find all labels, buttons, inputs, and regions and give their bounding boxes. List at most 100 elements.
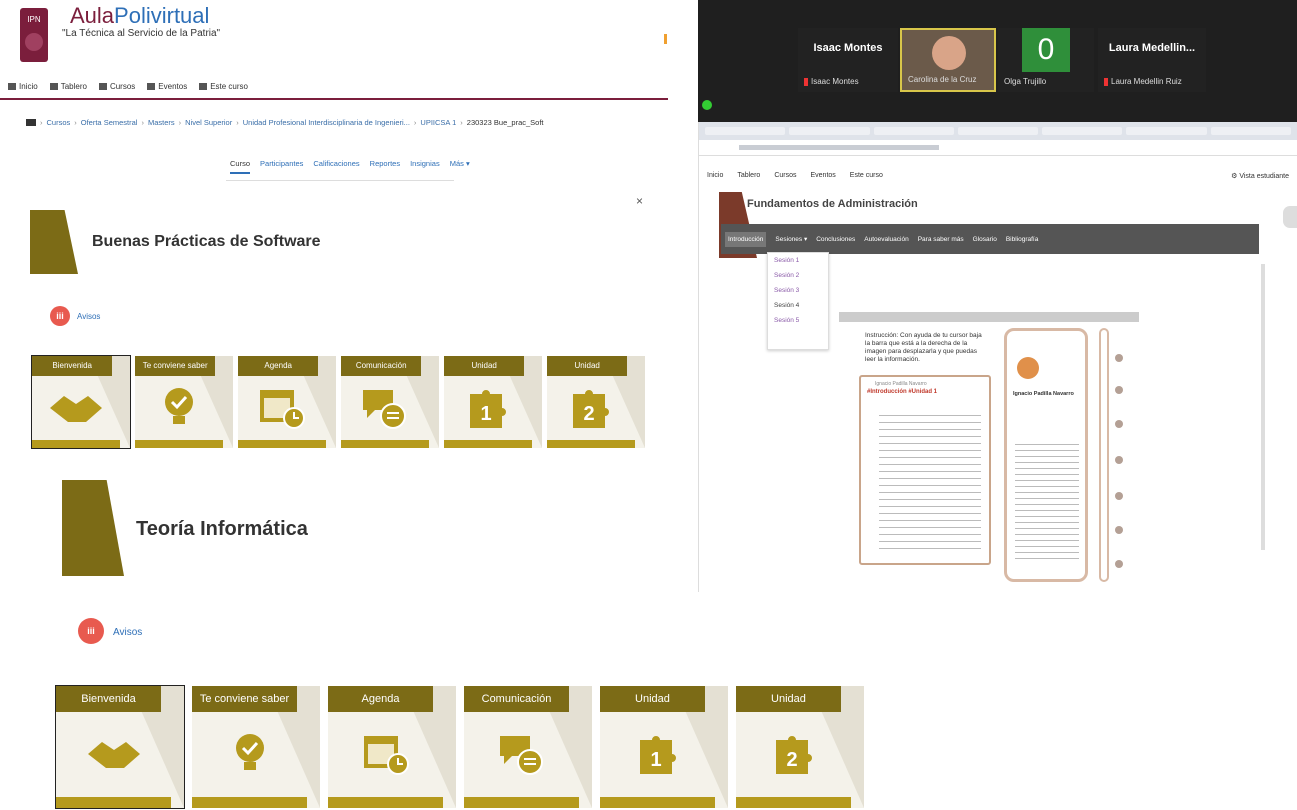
menu-intro[interactable]: Introducción bbox=[725, 231, 767, 247]
announcements-icon[interactable]: iii bbox=[78, 618, 104, 644]
session-item[interactable]: Sesión 2 bbox=[768, 268, 828, 283]
tab-curso[interactable]: Curso bbox=[230, 159, 251, 174]
image-scroll-track[interactable] bbox=[1099, 328, 1109, 582]
section-title: Teoría Informática bbox=[136, 518, 308, 540]
tile-footer-bar bbox=[192, 797, 308, 808]
nav-home[interactable]: Inicio bbox=[707, 172, 723, 179]
crumb-unidad[interactable]: Unidad Profesional Interdisciplinaria de… bbox=[243, 118, 410, 127]
browser-tab[interactable] bbox=[873, 127, 954, 135]
participant-tile[interactable]: 0 Olga Trujillo bbox=[998, 28, 1094, 92]
browser-tab[interactable] bbox=[705, 127, 786, 135]
crumb-cursos[interactable]: Cursos bbox=[47, 118, 71, 127]
activity-tile[interactable]: Unidad 2 bbox=[547, 356, 645, 448]
tile-label: Unidad bbox=[444, 356, 525, 376]
close-button[interactable]: × bbox=[636, 194, 643, 208]
menu-saber-mas[interactable]: Para saber más bbox=[918, 236, 964, 243]
timeline-dot bbox=[1115, 386, 1123, 394]
tab-reportes[interactable]: Reportes bbox=[370, 159, 400, 174]
menu-bibliografia[interactable]: Bibliografía bbox=[1006, 236, 1039, 243]
session-item[interactable]: Sesión 4 bbox=[768, 298, 828, 313]
tile-footer-bar bbox=[444, 440, 533, 448]
activity-tile[interactable]: Te conviene saber bbox=[192, 686, 320, 808]
activity-tile[interactable]: Bienvenida bbox=[31, 355, 131, 449]
status-dot bbox=[702, 100, 712, 110]
tab-insignias[interactable]: Insignias bbox=[410, 159, 440, 174]
top-nav: Inicio Tablero Cursos Eventos Este curso bbox=[8, 82, 248, 91]
edit-mode-toggle[interactable]: ⚙ Vista estudiante bbox=[1231, 172, 1289, 180]
tab-mas[interactable]: Más ▾ bbox=[450, 159, 470, 174]
course-menu-bar: Introducción Sesiones ▾ Conclusiones Aut… bbox=[721, 224, 1259, 254]
session-item[interactable]: Sesión 5 bbox=[768, 313, 828, 328]
browser-tab[interactable] bbox=[1210, 127, 1291, 135]
activity-tile[interactable]: Unidad 2 bbox=[736, 686, 864, 808]
tile-label: Unidad bbox=[600, 686, 705, 712]
participant-name: Laura Medellin Ruiz bbox=[1104, 77, 1182, 86]
nav-this-course[interactable]: Este curso bbox=[199, 82, 248, 91]
session-item[interactable]: Sesión 1 bbox=[768, 253, 828, 268]
activity-tile[interactable]: Te conviene saber bbox=[135, 356, 233, 448]
tile-label: Comunicación bbox=[341, 356, 422, 376]
crumb-masters[interactable]: Masters bbox=[148, 118, 175, 127]
activity-tile[interactable]: Unidad 1 bbox=[600, 686, 728, 808]
activity-tile[interactable]: Comunicación bbox=[464, 686, 592, 808]
nav-events[interactable]: Eventos bbox=[147, 82, 187, 91]
tab-calificaciones[interactable]: Calificaciones bbox=[313, 159, 359, 174]
nav-divider bbox=[0, 98, 668, 100]
tab-participantes[interactable]: Participantes bbox=[260, 159, 303, 174]
menu-autoevaluacion[interactable]: Autoevaluación bbox=[864, 236, 908, 243]
browser-tab[interactable] bbox=[957, 127, 1039, 135]
activity-tile[interactable]: Agenda bbox=[328, 686, 456, 808]
tile-label: Unidad bbox=[736, 686, 841, 712]
menu-glosario[interactable]: Glosario bbox=[973, 236, 997, 243]
nav-dashboard[interactable]: Tablero bbox=[49, 82, 87, 91]
activity-tile[interactable]: Comunicación bbox=[341, 356, 439, 448]
participant-tile[interactable]: Isaac Montes Isaac Montes bbox=[798, 28, 898, 92]
crumb-upiicsa[interactable]: UPIICSA 1 bbox=[420, 118, 456, 127]
tile-label: Comunicación bbox=[464, 686, 569, 712]
svg-text:1: 1 bbox=[481, 403, 492, 425]
announcements-icon[interactable]: iii bbox=[50, 306, 70, 326]
participant-tile[interactable]: Laura Medellin... Laura Medellin Ruiz bbox=[1098, 28, 1206, 92]
chat-icon bbox=[464, 714, 579, 793]
browser-tab[interactable] bbox=[1126, 127, 1207, 135]
nav-this-course[interactable]: Este curso bbox=[850, 172, 883, 179]
menu-conclusiones[interactable]: Conclusiones bbox=[816, 236, 855, 243]
page-scrollbar[interactable] bbox=[1261, 264, 1265, 550]
browser-tab[interactable] bbox=[789, 127, 870, 135]
nav-courses[interactable]: Cursos bbox=[98, 82, 135, 91]
breadcrumb: › Cursos › Oferta Semestral › Masters › Nive… bbox=[26, 118, 544, 127]
participant-tile-active[interactable]: Carolina de la Cruz bbox=[900, 28, 996, 92]
nav-dashboard[interactable]: Tablero bbox=[737, 172, 760, 179]
announcements-link[interactable]: Avisos bbox=[113, 627, 142, 638]
session-item[interactable]: Sesión 3 bbox=[768, 283, 828, 298]
folder-icon bbox=[26, 119, 36, 126]
tile-footer-bar bbox=[32, 440, 121, 448]
activity-tile[interactable]: Unidad 1 bbox=[444, 356, 542, 448]
nav-courses[interactable]: Cursos bbox=[774, 172, 796, 179]
tile-footer-bar bbox=[464, 797, 580, 808]
brand-name: AulaPolivirtual bbox=[70, 3, 210, 28]
browser-tab[interactable] bbox=[1042, 127, 1123, 135]
drawer-toggle[interactable] bbox=[1283, 206, 1297, 228]
crumb-oferta[interactable]: Oferta Semestral bbox=[81, 118, 138, 127]
nav-home[interactable]: Inicio bbox=[8, 82, 38, 91]
announcements-link[interactable]: Avisos bbox=[77, 312, 100, 321]
svg-text:2: 2 bbox=[786, 749, 797, 771]
home-icon bbox=[8, 83, 16, 90]
activity-tile[interactable]: Agenda bbox=[238, 356, 336, 448]
timeline-dot bbox=[1115, 420, 1123, 428]
menu-sesiones[interactable]: Sesiones ▾ bbox=[775, 235, 807, 243]
tile-footer-bar bbox=[56, 797, 172, 808]
nav-events[interactable]: Eventos bbox=[811, 172, 836, 179]
crumb-nivel[interactable]: Nivel Superior bbox=[185, 118, 232, 127]
puzzle-icon: 2 bbox=[547, 378, 635, 437]
tile-label: Unidad bbox=[547, 356, 628, 376]
tile-label: Te conviene saber bbox=[135, 356, 216, 376]
post-title: #Introducción #Unidad 1 bbox=[867, 389, 938, 395]
content-header-strip bbox=[839, 312, 1139, 322]
section-banner bbox=[62, 480, 124, 576]
activity-tile[interactable]: Bienvenida bbox=[55, 685, 185, 809]
address-bar[interactable] bbox=[699, 140, 1297, 156]
svg-text:1: 1 bbox=[650, 749, 661, 771]
phone-mockup: Ignacio Padilla Navarro bbox=[1004, 328, 1088, 582]
